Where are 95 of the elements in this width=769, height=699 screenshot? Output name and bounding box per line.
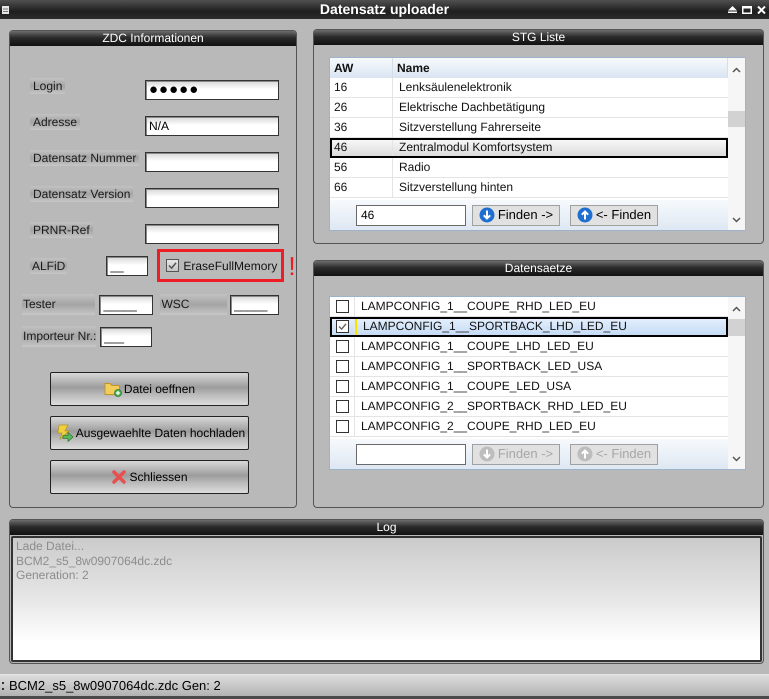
field-label: Datensatz Nummer (30, 150, 140, 166)
text-field[interactable] (145, 188, 279, 208)
window-menu-icon[interactable] (2, 6, 9, 14)
table-cell: 46 (330, 138, 393, 157)
text-field[interactable]: _____ (230, 294, 279, 314)
window-title: Datensatz uploader (318, 0, 450, 19)
maximize-icon[interactable] (742, 6, 752, 14)
close-icon[interactable] (757, 6, 766, 14)
checkbox[interactable] (166, 259, 180, 272)
eject-icon[interactable] (728, 6, 737, 13)
field-label: ALFiD (30, 258, 68, 274)
list-row[interactable]: LAMPCONFIG_1__COUPE_LED_USA (330, 377, 728, 397)
table-cell: 16 (330, 78, 393, 97)
list-row[interactable]: 16 Lenksäulenelektronik (330, 78, 728, 98)
list-row[interactable]: 66 Sitzverstellung hinten (330, 178, 728, 198)
list-row[interactable]: LAMPCONFIG_1__COUPE_LHD_LED_EU (330, 337, 728, 357)
text-field[interactable]: ___ (100, 326, 152, 346)
table-cell-text: Sitzverstellung hinten (398, 179, 514, 196)
chevron-down-icon[interactable] (732, 217, 741, 223)
log-line: BCM2_s5_8w0907064dc.zdc (16, 554, 174, 568)
table-cell-text: LAMPCONFIG_2__SPORTBACK_RHD_LED_EU (360, 398, 628, 415)
search-field[interactable] (356, 444, 466, 464)
field-label: Importeur Nr.: (22, 326, 96, 347)
table-cell-text: Lenksäulenelektronik (398, 79, 513, 96)
table-cell-text: Elektrische Dachbetätigung (398, 99, 546, 116)
chevron-down-icon[interactable] (732, 456, 741, 462)
table-cell-text: LAMPCONFIG_1__SPORTBACK_LED_USA (360, 358, 604, 375)
text-field[interactable]: __ (106, 256, 148, 276)
list-row[interactable]: LAMPCONFIG_1__SPORTBACK_LHD_LED_EU (330, 317, 728, 337)
scrollbar-thumb[interactable] (728, 111, 745, 127)
list-row[interactable]: LAMPCONFIG_1__COUPE_RHD_LED_EU (330, 297, 728, 317)
table-cell-text: LAMPCONFIG_1__COUPE_LED_USA (360, 378, 572, 395)
list-row[interactable]: LAMPCONFIG_2__COUPE_RHD_LED_EU (330, 417, 728, 437)
search-field[interactable]: 46 (356, 204, 466, 226)
chevron-up-icon[interactable] (732, 306, 741, 312)
arrow-up-circle-icon (576, 207, 593, 223)
close-icon (111, 469, 128, 485)
chevron-up-icon[interactable] (732, 67, 741, 73)
text-field[interactable]: _____ (99, 294, 154, 314)
list-row[interactable]: 36 Sitzverstellung Fahrerseite (330, 118, 728, 138)
text-field[interactable] (145, 152, 279, 172)
folder-plus-icon (104, 381, 122, 397)
find-button[interactable]: <- Finden (570, 204, 658, 226)
find-button[interactable]: Finden -> (472, 204, 560, 226)
status-text: BCM2_s5_8w0907064dc.zdc Gen: 2 (9, 676, 221, 695)
panel-title: STG Liste (314, 30, 763, 45)
field-label: Tester (22, 294, 96, 315)
field-label: Datensatz Version (30, 186, 134, 202)
log-line: Lade Datei... (16, 539, 86, 554)
checkbox-option[interactable]: EraseFullMemory (166, 256, 278, 274)
field-label: PRNR-Ref (30, 222, 93, 238)
log-line: Generation: 2 (16, 568, 90, 582)
checkbox[interactable] (336, 420, 348, 433)
list-row[interactable]: 56 Radio (330, 158, 728, 178)
table-cell-text: Zentralmodul Komfortsystem (398, 139, 554, 156)
field-label: WSC (160, 294, 227, 315)
password-field[interactable]: ●●●●● (145, 80, 279, 100)
warning-mark: ! (288, 252, 296, 278)
field-label: Login (30, 78, 66, 94)
arrow-down-circle-icon (478, 446, 495, 462)
checkbox[interactable] (336, 340, 348, 353)
scrollbar[interactable] (728, 297, 745, 469)
list-row[interactable]: LAMPCONFIG_1__SPORTBACK_LED_USA (330, 357, 728, 377)
list-row[interactable]: LAMPCONFIG_2__SPORTBACK_RHD_LED_EU (330, 397, 728, 417)
table-cell: 36 (330, 118, 393, 137)
field-label: Adresse (30, 114, 80, 130)
checkbox[interactable] (336, 300, 348, 313)
scrollbar[interactable] (728, 58, 745, 230)
table-cell: 66 (330, 178, 393, 197)
table-cell-text: Sitzverstellung Fahrerseite (398, 119, 542, 136)
action-button[interactable]: Ausgewaehlte Daten hochladen (50, 416, 249, 450)
checkbox[interactable] (336, 320, 348, 333)
table-cell: 26 (330, 98, 393, 117)
checkbox[interactable] (336, 380, 348, 393)
scrollbar-thumb[interactable] (728, 319, 745, 336)
table-cell-text: LAMPCONFIG_1__COUPE_LHD_LED_EU (360, 338, 595, 355)
list-row[interactable]: 46 Zentralmodul Komfortsystem (330, 138, 728, 158)
text-field[interactable] (145, 224, 279, 244)
action-button[interactable]: Datei oeffnen (50, 372, 249, 406)
column-header[interactable]: AW (330, 58, 393, 78)
checkbox[interactable] (336, 400, 348, 413)
table-cell-text: LAMPCONFIG_2__COUPE_RHD_LED_EU (360, 418, 597, 435)
arrow-up-circle-icon (576, 446, 593, 462)
table-cell: 56 (330, 158, 393, 177)
panel-title: Log (10, 520, 763, 535)
panel-title: Datensaetze (314, 261, 763, 276)
checkbox[interactable] (336, 360, 348, 373)
action-button[interactable]: Schliessen (50, 460, 249, 494)
text-field[interactable]: N/A (145, 116, 279, 136)
arrow-down-circle-icon (478, 207, 495, 223)
table-cell-text: Radio (398, 159, 432, 176)
table-cell-text: LAMPCONFIG_1__COUPE_RHD_LED_EU (360, 298, 597, 315)
column-header[interactable]: Name (393, 58, 728, 78)
panel-title: ZDC Informationen (10, 31, 296, 46)
list-row[interactable]: 26 Elektrische Dachbetätigung (330, 98, 728, 118)
